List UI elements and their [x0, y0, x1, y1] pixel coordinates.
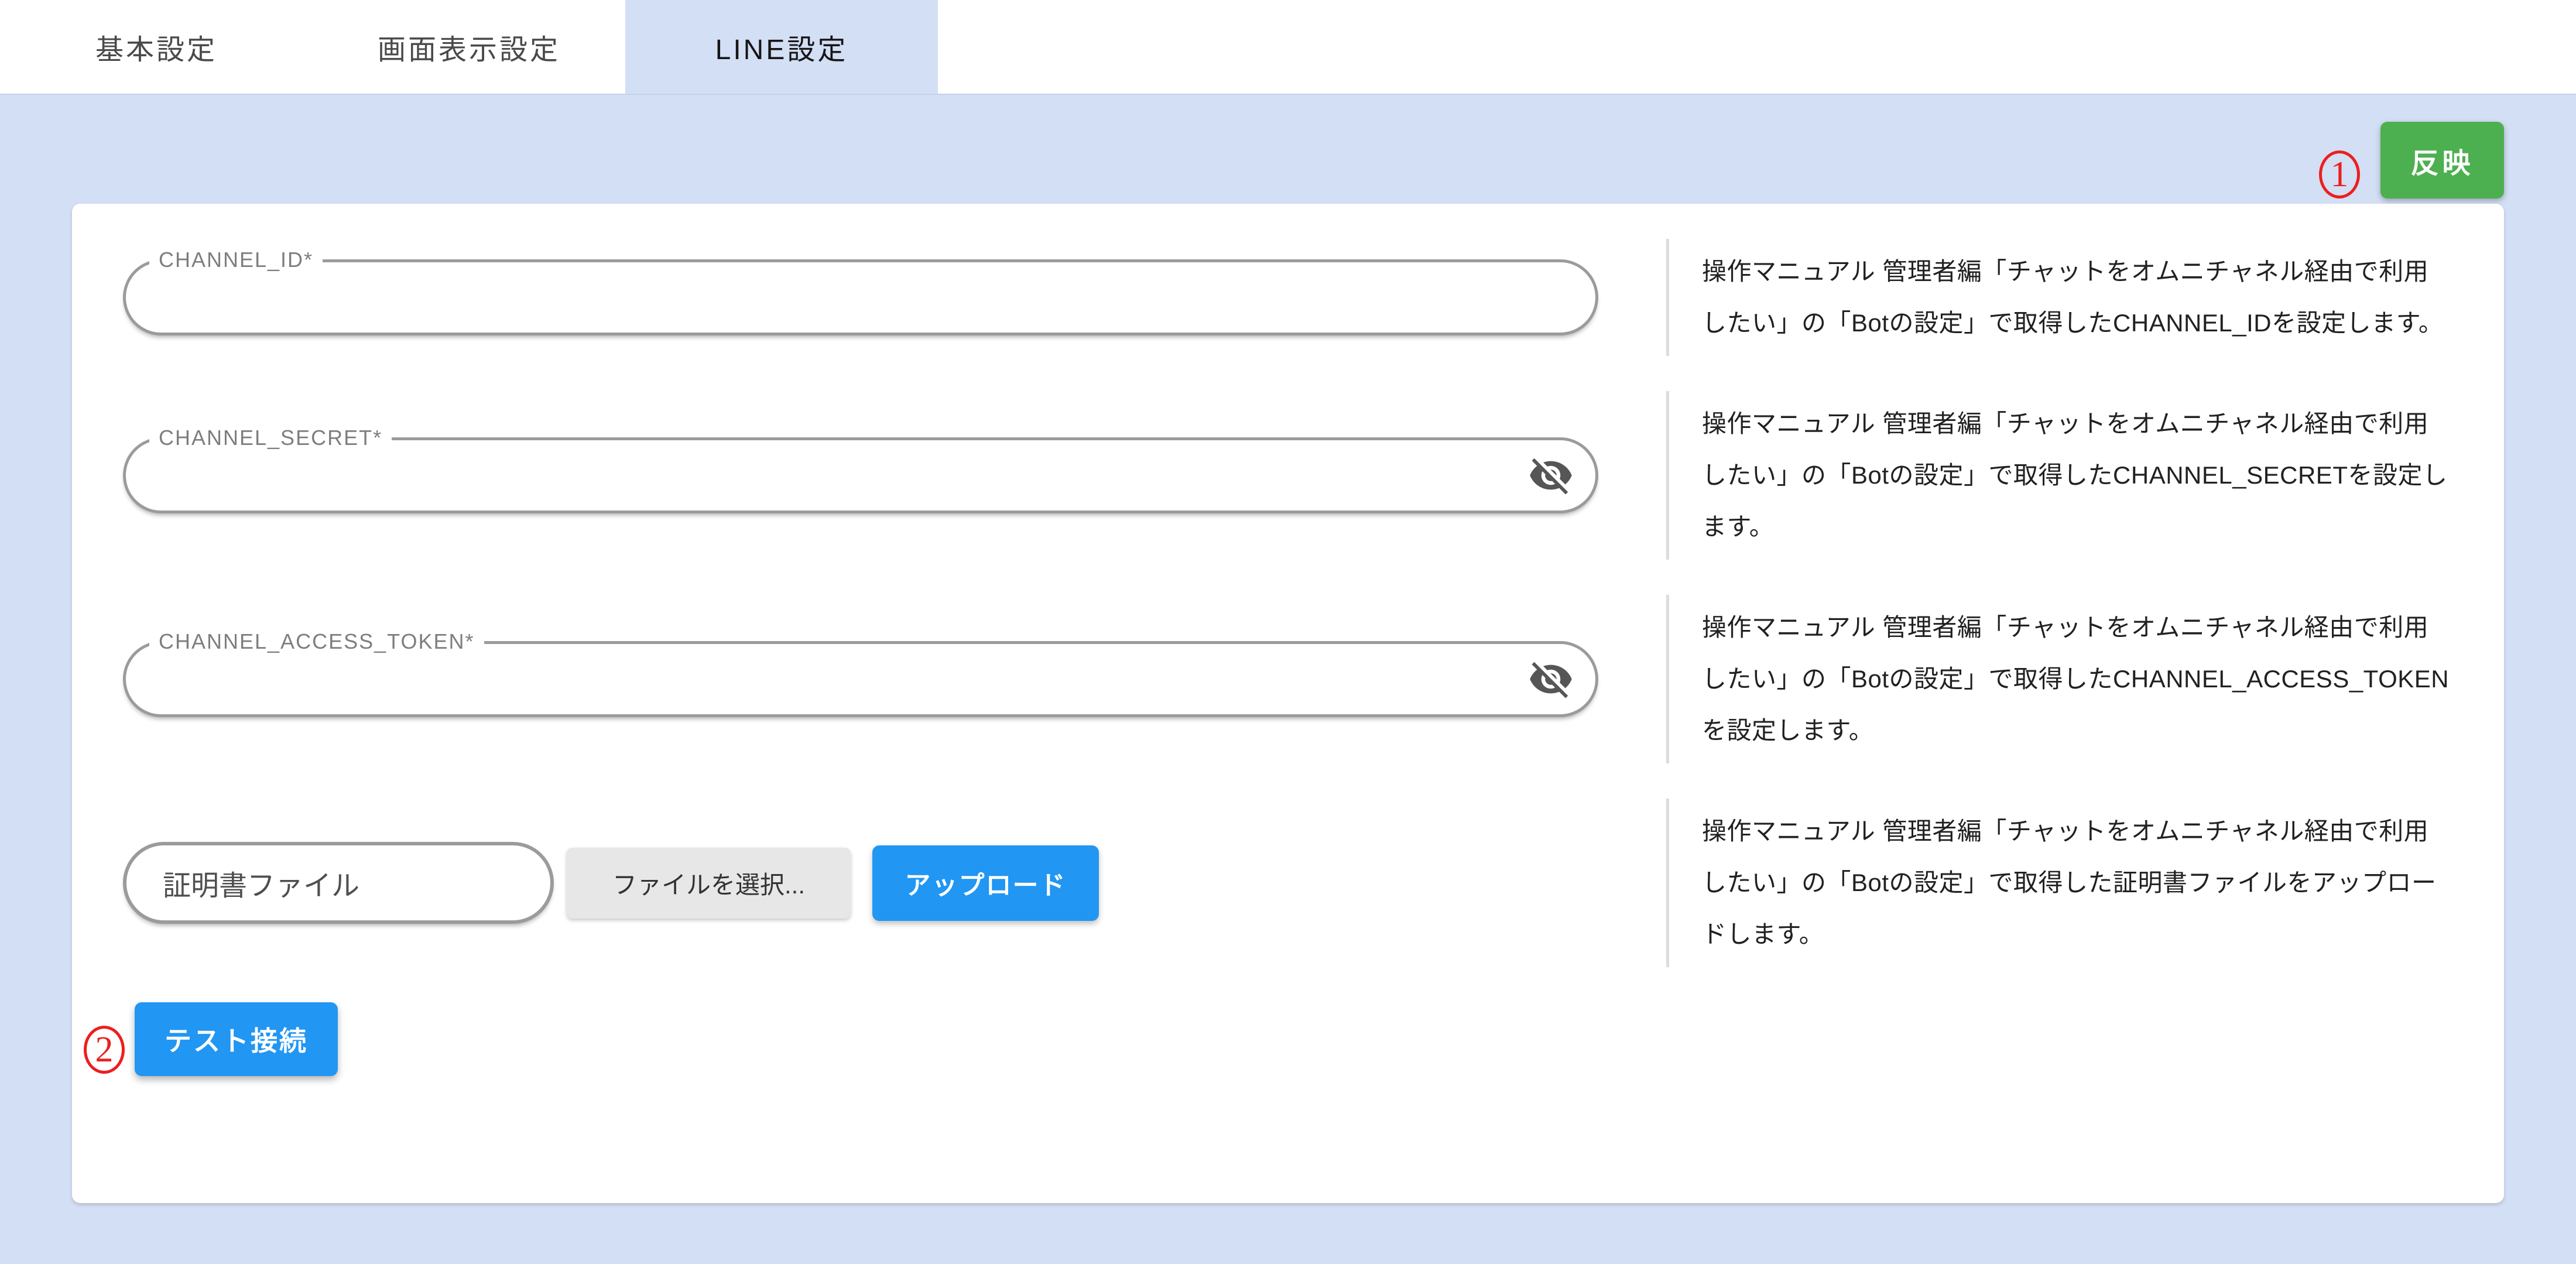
- settings-card: CHANNEL_ID* 操作マニュアル 管理者編「チャットをオムニチャネル経由で…: [72, 204, 2504, 1203]
- channel-id-input[interactable]: [126, 262, 1595, 333]
- channel-secret-input[interactable]: [126, 440, 1595, 511]
- upload-button[interactable]: アップロード: [872, 845, 1099, 921]
- certificate-file-help-text: 操作マニュアル 管理者編「チャットをオムニチャネル経由で利用したい」の「Botの…: [1702, 806, 2451, 960]
- tab-basic-settings[interactable]: 基本設定: [0, 0, 313, 94]
- channel-access-token-help-text: 操作マニュアル 管理者編「チャットをオムニチャネル経由で利用したい」の「Botの…: [1702, 602, 2451, 756]
- line-settings-panel: 1 反映 CHANNEL_ID* 操作マニュアル 管理者編「チャットをオムニチャ…: [0, 94, 2576, 1264]
- test-connection-row: 2 テスト接続: [123, 1002, 2504, 1076]
- channel-access-token-field: CHANNEL_ACCESS_TOKEN*: [123, 641, 1598, 717]
- test-connection-button[interactable]: テスト接続: [135, 1002, 338, 1076]
- certificate-file-row: 証明書ファイル ファイルを選択... アップロード 操作マニュアル 管理者編「チ…: [123, 799, 2504, 967]
- apply-button[interactable]: 反映: [2380, 122, 2504, 198]
- settings-tab-bar: 基本設定 画面表示設定 LINE設定: [0, 0, 2576, 94]
- certificate-file-field[interactable]: 証明書ファイル: [123, 842, 554, 924]
- channel-id-help-text: 操作マニュアル 管理者編「チャットをオムニチャネル経由で利用したい」の「Botの…: [1702, 246, 2451, 349]
- annotation-circle-1: 1: [2319, 150, 2360, 198]
- channel-id-row: CHANNEL_ID* 操作マニュアル 管理者編「チャットをオムニチャネル経由で…: [123, 239, 2504, 356]
- channel-access-token-row: CHANNEL_ACCESS_TOKEN* 操作マニュアル 管理者編「チャットを…: [123, 595, 2504, 763]
- tab-line-settings[interactable]: LINE設定: [625, 0, 938, 94]
- certificate-file-label: 証明書ファイル: [163, 862, 359, 903]
- channel-id-field: CHANNEL_ID*: [123, 259, 1598, 335]
- channel-secret-row: CHANNEL_SECRET* 操作マニュアル 管理者編「チャットをオムニチャネ…: [123, 391, 2504, 560]
- channel-secret-field: CHANNEL_SECRET*: [123, 437, 1598, 513]
- channel-access-token-input[interactable]: [126, 644, 1595, 714]
- tab-screen-display-settings[interactable]: 画面表示設定: [313, 0, 625, 94]
- visibility-off-icon: [1528, 656, 1574, 702]
- annotation-circle-2: 2: [84, 1026, 125, 1074]
- visibility-off-icon: [1528, 453, 1574, 498]
- channel-secret-visibility-toggle[interactable]: [1526, 451, 1575, 500]
- channel-access-token-visibility-toggle[interactable]: [1526, 655, 1575, 704]
- choose-file-button[interactable]: ファイルを選択...: [567, 848, 851, 919]
- channel-secret-help-text: 操作マニュアル 管理者編「チャットをオムニチャネル経由で利用したい」の「Botの…: [1702, 398, 2451, 553]
- toolbar: 1 反映: [72, 95, 2504, 204]
